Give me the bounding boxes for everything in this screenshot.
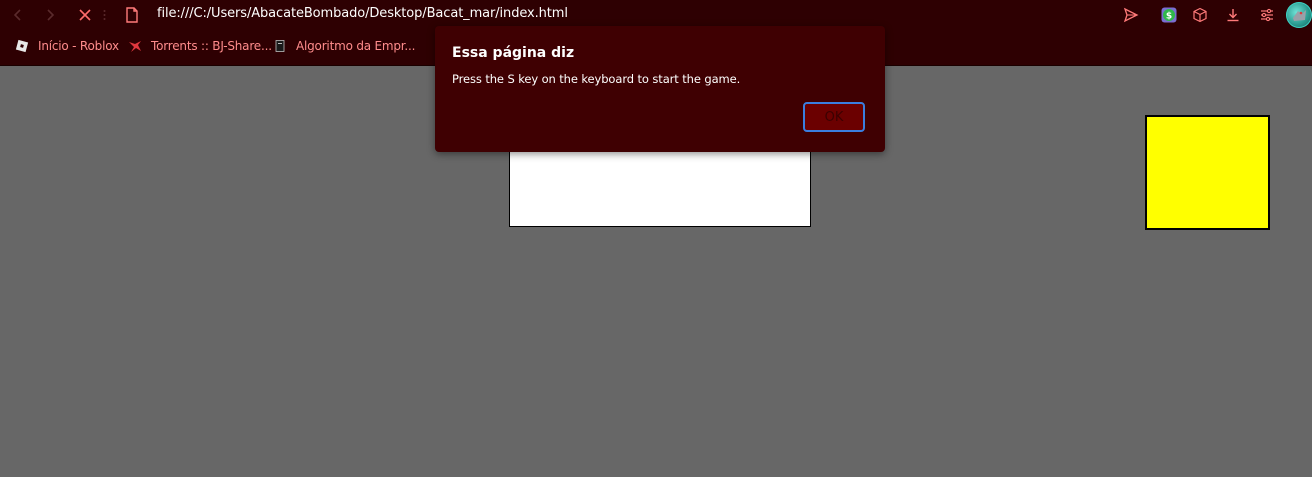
stop-loading-button[interactable] — [75, 5, 95, 25]
ok-button[interactable]: OK — [803, 102, 865, 132]
profile-avatar[interactable] — [1286, 2, 1312, 28]
svg-text:$: $ — [1166, 12, 1172, 22]
back-button[interactable] — [8, 5, 28, 25]
bookmark-label: Torrents :: BJ-Share... — [151, 39, 272, 53]
game-yellow-box — [1145, 115, 1270, 230]
cube-icon — [1193, 7, 1207, 23]
avatar-icon — [1286, 2, 1312, 28]
downloads-button[interactable] — [1224, 6, 1242, 24]
close-icon — [79, 9, 91, 21]
roblox-icon — [15, 39, 29, 53]
address-bar[interactable]: file:///C:/Users/AbacateBombado/Desktop/… — [157, 6, 568, 21]
page-icon — [273, 39, 287, 53]
bookmark-algoritmo[interactable]: Algoritmo da Empr... — [273, 38, 415, 54]
back-arrow-icon — [13, 9, 21, 21]
forward-arrow-icon — [47, 9, 55, 21]
bookmark-label: Algoritmo da Empr... — [296, 39, 416, 53]
file-page-icon[interactable] — [124, 6, 140, 24]
extensions-menu-button[interactable] — [1191, 6, 1209, 24]
settings-sliders-button[interactable] — [1258, 6, 1276, 24]
bjshare-icon — [128, 39, 142, 53]
dollar-extension-icon: $ — [1161, 7, 1177, 23]
extension-button[interactable]: $ — [1160, 6, 1178, 24]
alert-dialog: Essa página diz Press the S key on the k… — [435, 26, 885, 152]
download-icon — [1227, 9, 1239, 22]
bookmark-roblox[interactable]: Início - Roblox — [15, 38, 119, 54]
send-button[interactable] — [1122, 6, 1140, 24]
send-icon — [1123, 7, 1139, 23]
forward-button[interactable] — [40, 5, 60, 25]
separator-dots-icon — [103, 10, 106, 20]
sliders-icon — [1261, 8, 1273, 22]
bookmark-bjshare[interactable]: Torrents :: BJ-Share... — [128, 38, 272, 54]
game-white-box — [509, 149, 811, 227]
dialog-message: Press the S key on the keyboard to start… — [452, 72, 741, 86]
dialog-title: Essa página diz — [452, 45, 575, 61]
bookmark-label: Início - Roblox — [38, 39, 119, 53]
